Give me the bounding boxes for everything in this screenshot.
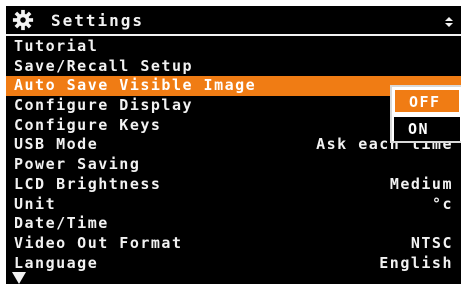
menu-item-label: Configure Display bbox=[14, 96, 194, 115]
menu-item-label: Power Saving bbox=[14, 155, 141, 174]
menu-item-save-recall-setup[interactable]: Save/Recall Setup bbox=[6, 57, 461, 77]
option-off[interactable]: OFF bbox=[394, 89, 460, 113]
menu-item-label: Date/Time bbox=[14, 214, 109, 233]
menu-item-label: Video Out Format bbox=[14, 233, 183, 252]
menu-item-label: LCD Brightness bbox=[14, 174, 162, 193]
menu-item-label: Save/Recall Setup bbox=[14, 56, 194, 75]
device-screen: Settings Tutorial Save/Recall Setup Auto… bbox=[6, 6, 461, 284]
menu-item-value: Medium bbox=[389, 174, 453, 193]
option-on[interactable]: ON bbox=[394, 117, 460, 141]
page-title: Settings bbox=[51, 11, 145, 30]
updown-icon bbox=[445, 17, 453, 27]
menu-item-lcd-brightness[interactable]: LCD Brightness Medium bbox=[6, 175, 461, 195]
settings-header: Settings bbox=[6, 6, 461, 36]
menu-item-label: Configure Keys bbox=[14, 115, 162, 134]
menu-item-language[interactable]: Language English bbox=[6, 254, 461, 274]
menu-item-video-out-format[interactable]: Video Out Format NTSC bbox=[6, 234, 461, 254]
menu-item-label: USB Mode bbox=[14, 135, 99, 154]
settings-menu: Tutorial Save/Recall Setup Auto Save Vis… bbox=[6, 37, 461, 273]
menu-item-value: °c bbox=[431, 194, 453, 213]
menu-item-value: NTSC bbox=[410, 233, 453, 252]
menu-item-date-time[interactable]: Date/Time bbox=[6, 214, 461, 234]
gear-icon bbox=[12, 9, 34, 31]
menu-item-label: Unit bbox=[14, 194, 57, 213]
menu-item-value: English bbox=[379, 253, 453, 272]
menu-item-tutorial[interactable]: Tutorial bbox=[6, 37, 461, 57]
menu-item-unit[interactable]: Unit °c bbox=[6, 195, 461, 215]
menu-item-label: Language bbox=[14, 253, 99, 272]
toggle-dropdown: OFF ON bbox=[390, 85, 461, 143]
menu-item-label: Auto Save Visible Image bbox=[14, 76, 257, 95]
scroll-down-arrow-icon[interactable] bbox=[12, 272, 26, 284]
menu-item-power-saving[interactable]: Power Saving bbox=[6, 155, 461, 175]
menu-item-label: Tutorial bbox=[14, 37, 99, 55]
